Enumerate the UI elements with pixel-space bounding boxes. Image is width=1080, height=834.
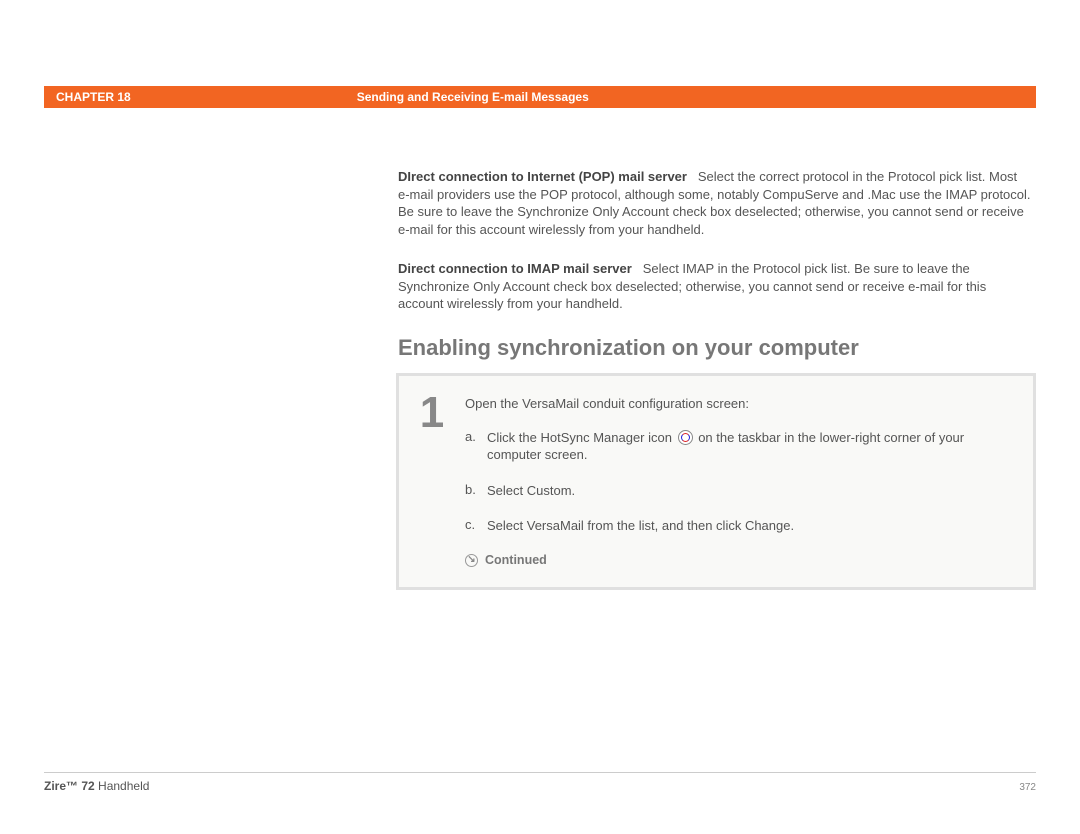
step-number-column: 1 (399, 376, 465, 587)
page-footer: Zire™ 72 Handheld 372 (44, 772, 1036, 793)
footer-product-rest: Handheld (95, 779, 150, 793)
section-title: Enabling synchronization on your compute… (398, 335, 1032, 361)
footer-product: Zire™ 72 Handheld (44, 779, 149, 793)
sub-marker: c. (465, 517, 487, 532)
sub-step-b: b. Select Custom. (465, 482, 1013, 500)
sub-step-c: c. Select VersaMail from the list, and t… (465, 517, 1013, 535)
page-number: 372 (1019, 782, 1036, 793)
chapter-title: Sending and Receiving E-mail Messages (357, 90, 589, 104)
main-content: DIrect connection to Internet (POP) mail… (398, 168, 1032, 590)
continued-label: Continued (485, 553, 547, 567)
step-box: 1 Open the VersaMail conduit configurati… (396, 373, 1036, 590)
step-lead: Open the VersaMail conduit configuration… (465, 396, 1013, 411)
sub-step-a: a. Click the HotSync Manager icon on the… (465, 429, 1013, 464)
para-lead-imap: Direct connection to IMAP mail server (398, 261, 632, 276)
footer-product-name: Zire™ 72 (44, 779, 95, 793)
sub-step-list: a. Click the HotSync Manager icon on the… (465, 429, 1013, 535)
hotsync-icon (678, 430, 693, 445)
sub-text: Select VersaMail from the list, and then… (487, 517, 1013, 535)
sub-marker: a. (465, 429, 487, 444)
continued-row: ↘ Continued (465, 553, 1013, 567)
step-number: 1 (420, 388, 444, 438)
sub-marker: b. (465, 482, 487, 497)
paragraph-pop: DIrect connection to Internet (POP) mail… (398, 168, 1032, 238)
para-lead-pop: DIrect connection to Internet (POP) mail… (398, 169, 687, 184)
sub-text-pre: Click the HotSync Manager icon (487, 430, 676, 445)
paragraph-imap: Direct connection to IMAP mail server Se… (398, 260, 1032, 313)
step-body: Open the VersaMail conduit configuration… (465, 376, 1033, 587)
chapter-label: CHAPTER 18 (56, 90, 131, 104)
chapter-header: CHAPTER 18 Sending and Receiving E-mail … (44, 86, 1036, 108)
continued-arrow-icon: ↘ (465, 554, 478, 567)
sub-text: Click the HotSync Manager icon on the ta… (487, 429, 1013, 464)
sub-text: Select Custom. (487, 482, 1013, 500)
